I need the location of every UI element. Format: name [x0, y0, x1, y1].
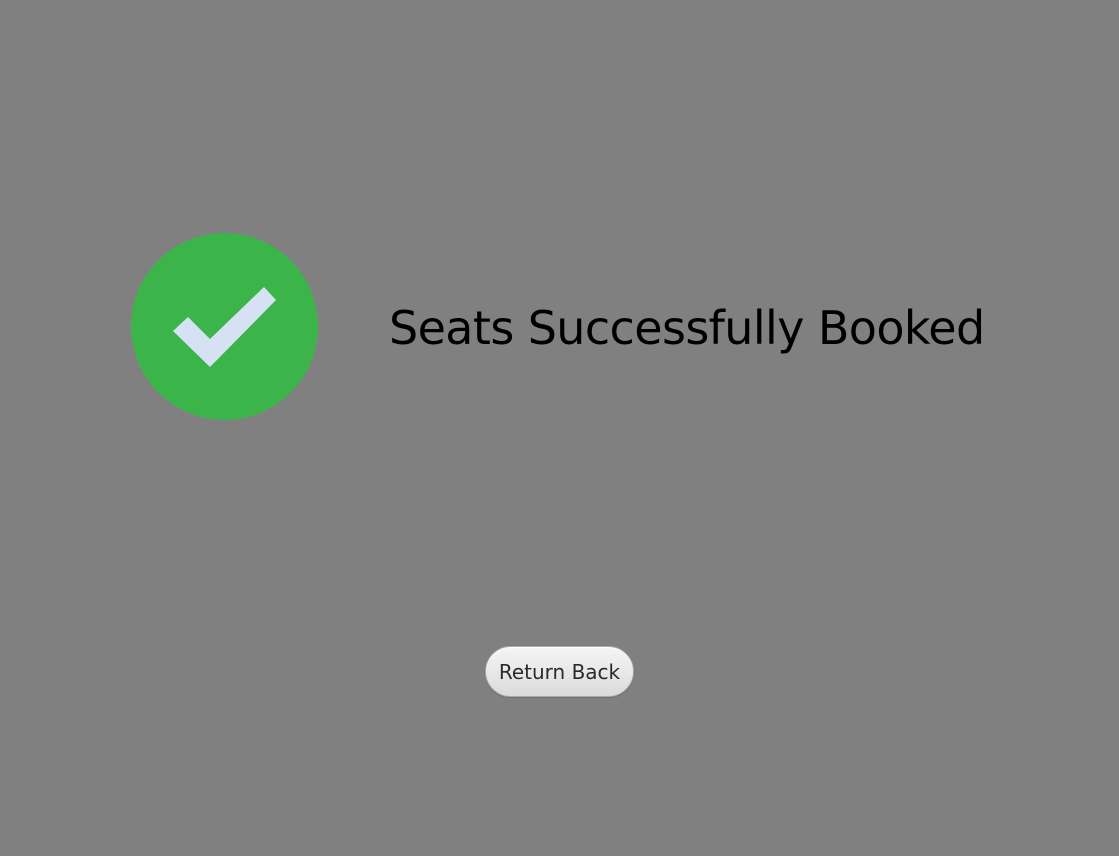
- success-message: Seats Successfully Booked: [389, 301, 985, 355]
- return-back-button[interactable]: Return Back: [485, 646, 634, 697]
- check-circle-icon: [131, 233, 318, 420]
